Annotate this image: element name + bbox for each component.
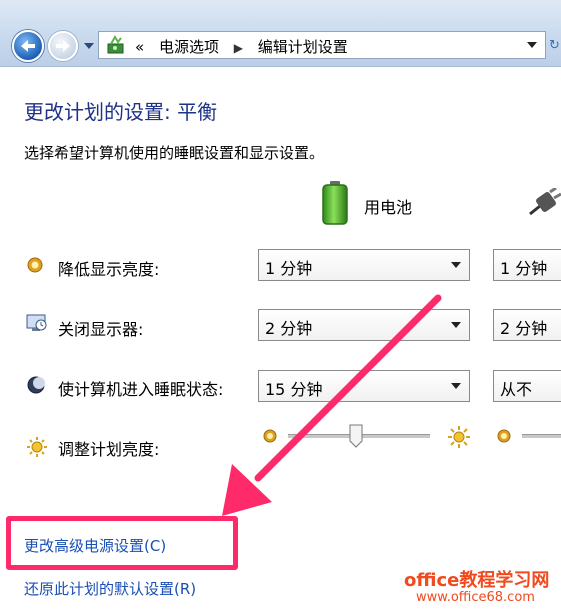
- brightness-icon: [27, 437, 47, 457]
- breadcrumb-item-power-options[interactable]: 电源选项: [159, 38, 219, 56]
- brightness-plugged-slider[interactable]: [522, 434, 561, 438]
- battery-column-label: 用电池: [364, 198, 413, 217]
- breadcrumb: « 电源选项 ▶ 编辑计划设置: [135, 36, 348, 57]
- sleep-icon: [27, 376, 45, 394]
- power-plug-icon: [529, 188, 561, 216]
- page-title: 更改计划的设置: 平衡: [24, 100, 218, 124]
- dim-display-icon: [27, 257, 43, 273]
- battery-icon: [322, 181, 348, 225]
- address-bar[interactable]: « 电源选项 ▶ 编辑计划设置: [98, 31, 546, 59]
- page-description: 选择希望计算机使用的睡眠设置和显示设置。: [24, 144, 325, 162]
- setting-label-dim-display: 降低显示亮度:: [58, 260, 160, 279]
- setting-label-turn-off-display: 关闭显示器:: [58, 320, 144, 339]
- sleep-battery-select[interactable]: 15 分钟: [258, 370, 470, 402]
- restore-defaults-link[interactable]: 还原此计划的默认设置(R): [24, 578, 196, 599]
- turn-off-display-battery-select[interactable]: 2 分钟: [258, 309, 470, 341]
- dim-display-battery-select[interactable]: 1 分钟: [258, 249, 470, 281]
- brightness-slider-thumb[interactable]: [349, 424, 363, 448]
- watermark-title: office教程学习网: [404, 570, 550, 591]
- breadcrumb-item-edit-plan[interactable]: 编辑计划设置: [258, 38, 348, 56]
- navigation-bar: « 电源选项 ▶ 编辑计划设置 ↻: [0, 0, 561, 67]
- setting-label-sleep: 使计算机进入睡眠状态:: [58, 380, 224, 399]
- forward-arrow-icon: [56, 40, 70, 52]
- power-options-icon: [107, 35, 124, 54]
- forward-button[interactable]: [48, 31, 78, 61]
- chevron-down-icon: [451, 383, 461, 389]
- address-dropdown-icon[interactable]: [527, 42, 537, 48]
- annotation-highlight-box: [6, 516, 238, 570]
- chevron-down-icon: [451, 322, 461, 328]
- display-off-icon: [26, 314, 47, 331]
- watermark-url: www.office68.com: [416, 590, 535, 605]
- breadcrumb-separator: «: [135, 38, 145, 56]
- back-arrow-icon: [21, 40, 35, 52]
- sleep-plugged-select[interactable]: 从不: [493, 370, 561, 402]
- back-button[interactable]: [12, 30, 44, 62]
- bright-sun-icon: [448, 426, 470, 448]
- refresh-icon[interactable]: ↻: [549, 38, 560, 53]
- setting-label-brightness: 调整计划亮度:: [58, 440, 160, 459]
- history-dropdown-icon[interactable]: [83, 42, 95, 50]
- dim-sun-icon: [263, 429, 277, 443]
- dim-display-plugged-select[interactable]: 1 分钟: [493, 249, 561, 281]
- chevron-down-icon: [451, 262, 461, 268]
- breadcrumb-chevron-icon[interactable]: ▶: [234, 41, 243, 55]
- turn-off-display-plugged-select[interactable]: 2 分钟: [493, 309, 561, 341]
- dim-sun-icon: [497, 429, 511, 443]
